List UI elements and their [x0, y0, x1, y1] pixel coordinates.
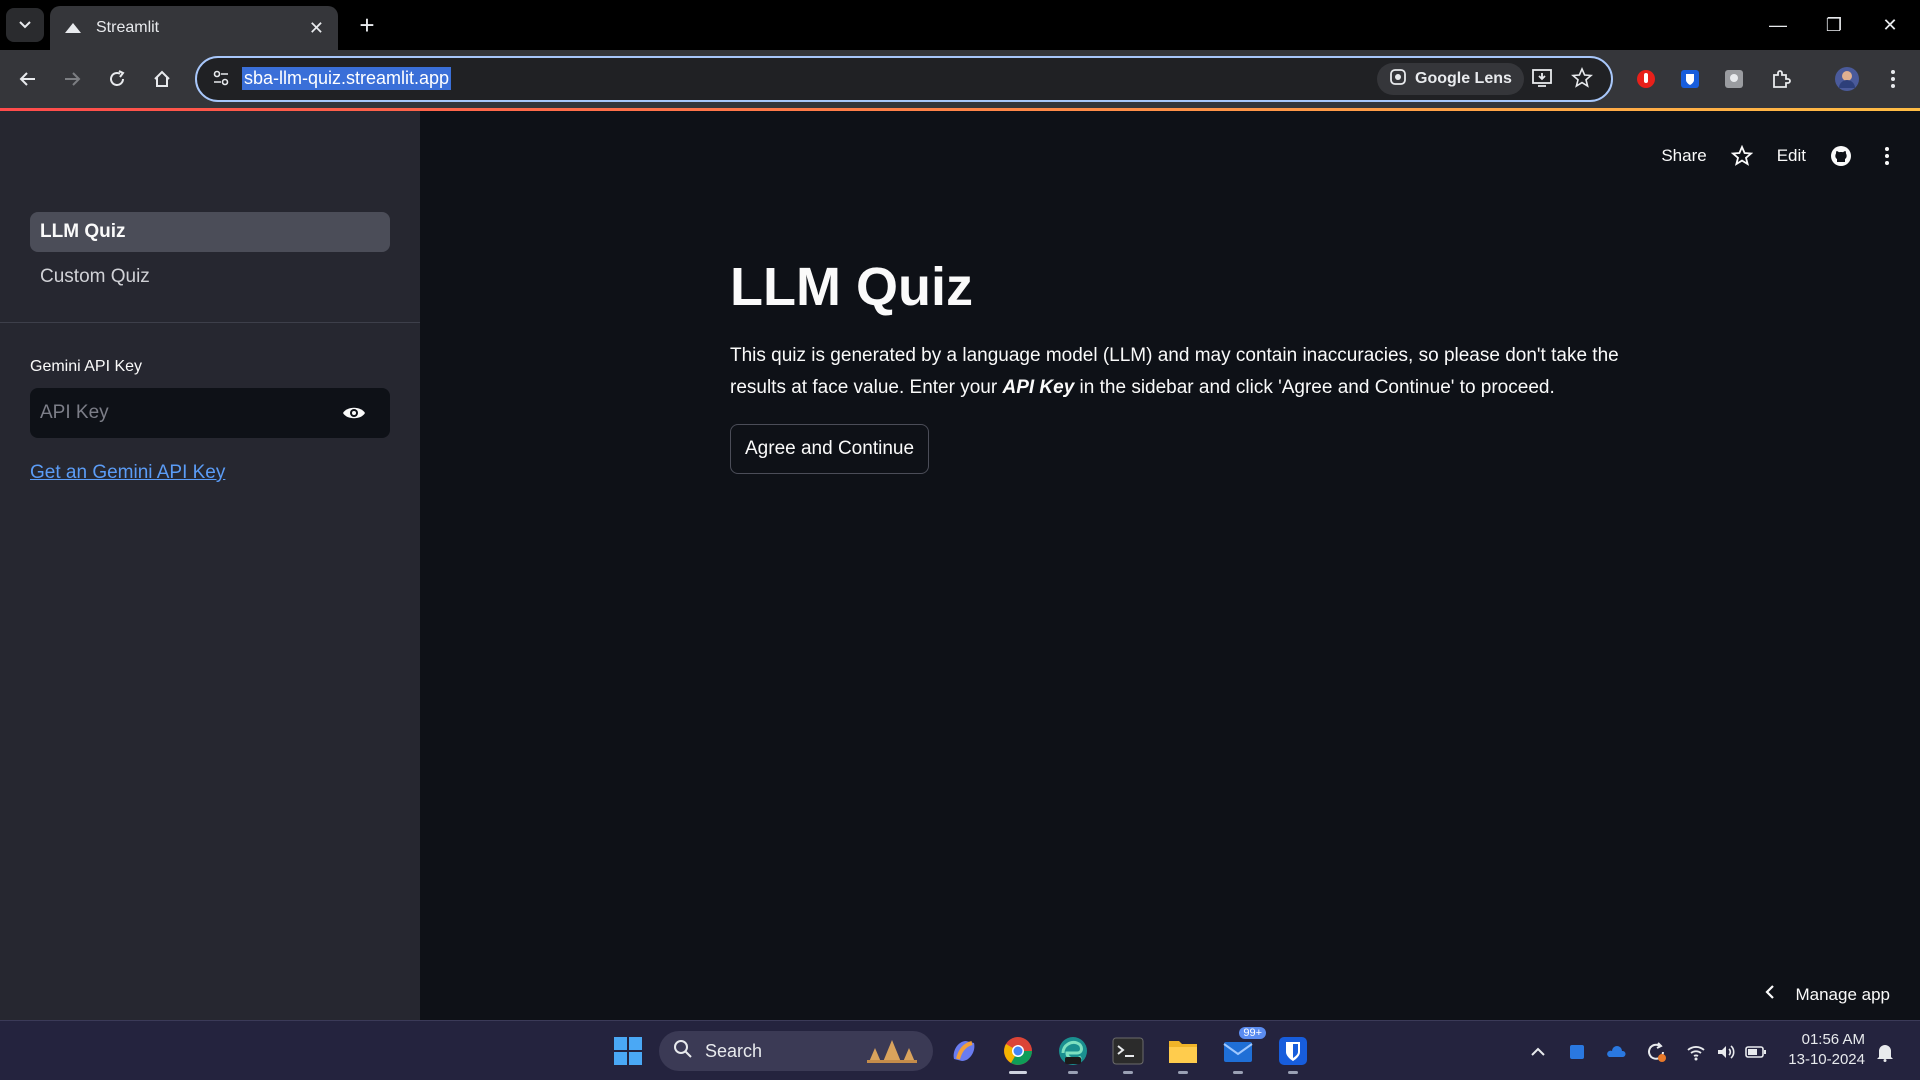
google-lens-button[interactable]: Google Lens	[1377, 63, 1524, 95]
clock[interactable]: 01:56 AM 13-10-2024	[1780, 1030, 1865, 1070]
sidebar: LLM Quiz Custom Quiz Gemini API Key Get …	[0, 111, 420, 1020]
mail-icon[interactable]: 99+	[1218, 1027, 1266, 1074]
extensions-puzzle-icon[interactable]	[1768, 66, 1794, 92]
running-indicator	[1288, 1071, 1298, 1074]
browser-titlebar: Streamlit ✕ + — ❐ ✕	[0, 0, 1920, 50]
search-label: Search	[705, 1040, 763, 1061]
extension-red-icon[interactable]	[1633, 66, 1659, 92]
chrome-menu-icon[interactable]	[1880, 66, 1906, 92]
main-content: Share Edit LLM Quiz This quiz is generat…	[420, 111, 1920, 1020]
clock-date: 13-10-2024	[1788, 1051, 1865, 1068]
sidebar-item-label: Custom Quiz	[40, 266, 150, 287]
sidebar-item-custom-quiz[interactable]: Custom Quiz	[30, 257, 390, 297]
copilot-icon[interactable]	[944, 1031, 984, 1071]
share-button[interactable]: Share	[1661, 141, 1706, 171]
api-key-input[interactable]	[30, 388, 330, 438]
chevron-down-icon	[19, 21, 31, 29]
tray-onedrive-icon[interactable]	[1603, 1039, 1629, 1065]
disclaimer-text: This quiz is generated by a language mod…	[730, 340, 1630, 404]
running-indicator	[1178, 1071, 1188, 1074]
tray-app-blue-icon[interactable]	[1564, 1039, 1590, 1065]
lens-label: Google Lens	[1415, 70, 1512, 87]
clock-time: 01:56 AM	[1801, 1031, 1865, 1048]
bookmark-star-icon[interactable]	[1571, 66, 1593, 94]
main-menu-icon[interactable]	[1884, 141, 1890, 171]
tab-title: Streamlit	[96, 19, 160, 36]
api-key-label: Gemini API Key	[30, 358, 143, 375]
running-indicator	[1123, 1071, 1133, 1074]
browser-toolbar: sba-llm-quiz.streamlit.app Google Lens	[0, 50, 1920, 108]
file-explorer-icon[interactable]	[1163, 1031, 1203, 1074]
minimize-icon[interactable]: —	[1750, 0, 1806, 50]
close-window-icon[interactable]: ✕	[1862, 0, 1918, 50]
address-bar[interactable]: sba-llm-quiz.streamlit.app Google Lens	[195, 56, 1613, 102]
bitwarden-taskbar-icon[interactable]	[1273, 1031, 1313, 1074]
tab-search-button[interactable]	[6, 8, 44, 42]
app-header-actions: Share Edit	[1661, 141, 1920, 171]
sidebar-divider	[0, 322, 420, 323]
chrome-taskbar-icon[interactable]	[998, 1031, 1038, 1074]
battery-icon[interactable]	[1743, 1039, 1769, 1065]
mail-badge: 99+	[1239, 1027, 1266, 1039]
taskbar-search[interactable]: Search	[659, 1031, 933, 1071]
site-info-icon[interactable]	[211, 68, 231, 93]
forward-icon[interactable]	[52, 59, 92, 99]
running-indicator	[1068, 1071, 1078, 1074]
taskbar: Search 99+ 01:56 AM 13-10-2024	[0, 1020, 1920, 1080]
url-text[interactable]: sba-llm-quiz.streamlit.app	[242, 67, 452, 90]
sidebar-item-label: LLM Quiz	[40, 221, 126, 242]
lens-icon	[1389, 68, 1407, 91]
notification-bell-icon[interactable]	[1872, 1039, 1898, 1065]
agree-and-continue-button[interactable]: Agree and Continue	[730, 424, 930, 474]
edit-button[interactable]: Edit	[1777, 141, 1806, 171]
close-tab-icon[interactable]: ✕	[309, 18, 324, 39]
streamlit-favicon-icon	[64, 19, 82, 37]
new-tab-button[interactable]: +	[350, 8, 384, 42]
bitwarden-icon[interactable]	[1677, 66, 1703, 92]
github-icon[interactable]	[1830, 141, 1852, 171]
restore-icon[interactable]: ❐	[1806, 0, 1862, 50]
edge-dev-icon[interactable]	[1053, 1031, 1093, 1074]
install-app-icon[interactable]	[1531, 67, 1553, 94]
search-icon	[673, 1039, 693, 1064]
sync-icon[interactable]	[1643, 1039, 1669, 1065]
home-icon[interactable]	[142, 59, 182, 99]
wifi-icon[interactable]	[1683, 1039, 1709, 1065]
sidebar-item-llm-quiz[interactable]: LLM Quiz	[30, 212, 390, 252]
browser-tab[interactable]: Streamlit ✕	[50, 6, 338, 50]
search-highlight-icon	[865, 1034, 919, 1069]
page-title: LLM Quiz	[730, 257, 973, 317]
manage-app-button[interactable]: Manage app	[1765, 984, 1890, 1005]
get-api-key-link[interactable]: Get an Gemini API Key	[30, 462, 225, 484]
favorite-star-icon[interactable]	[1730, 141, 1753, 171]
volume-icon[interactable]	[1713, 1039, 1739, 1065]
reload-icon[interactable]	[97, 59, 137, 99]
show-password-eye-icon[interactable]	[342, 403, 366, 428]
terminal-icon[interactable]	[1108, 1031, 1148, 1074]
disclaimer-part-2: in the sidebar and click 'Agree and Cont…	[1074, 377, 1555, 398]
show-hidden-icons-chevron-up-icon[interactable]	[1525, 1039, 1551, 1065]
chevron-left-icon	[1765, 984, 1775, 1005]
running-indicator	[1233, 1071, 1243, 1074]
profile-avatar[interactable]	[1834, 66, 1860, 92]
api-key-emphasis: API Key	[1002, 377, 1075, 398]
manage-app-label: Manage app	[1795, 984, 1890, 1004]
extension-gray-icon[interactable]	[1721, 66, 1747, 92]
api-key-field[interactable]	[30, 388, 390, 438]
active-indicator	[1009, 1071, 1027, 1074]
back-icon[interactable]	[8, 59, 48, 99]
windows-start-icon[interactable]	[608, 1031, 648, 1071]
